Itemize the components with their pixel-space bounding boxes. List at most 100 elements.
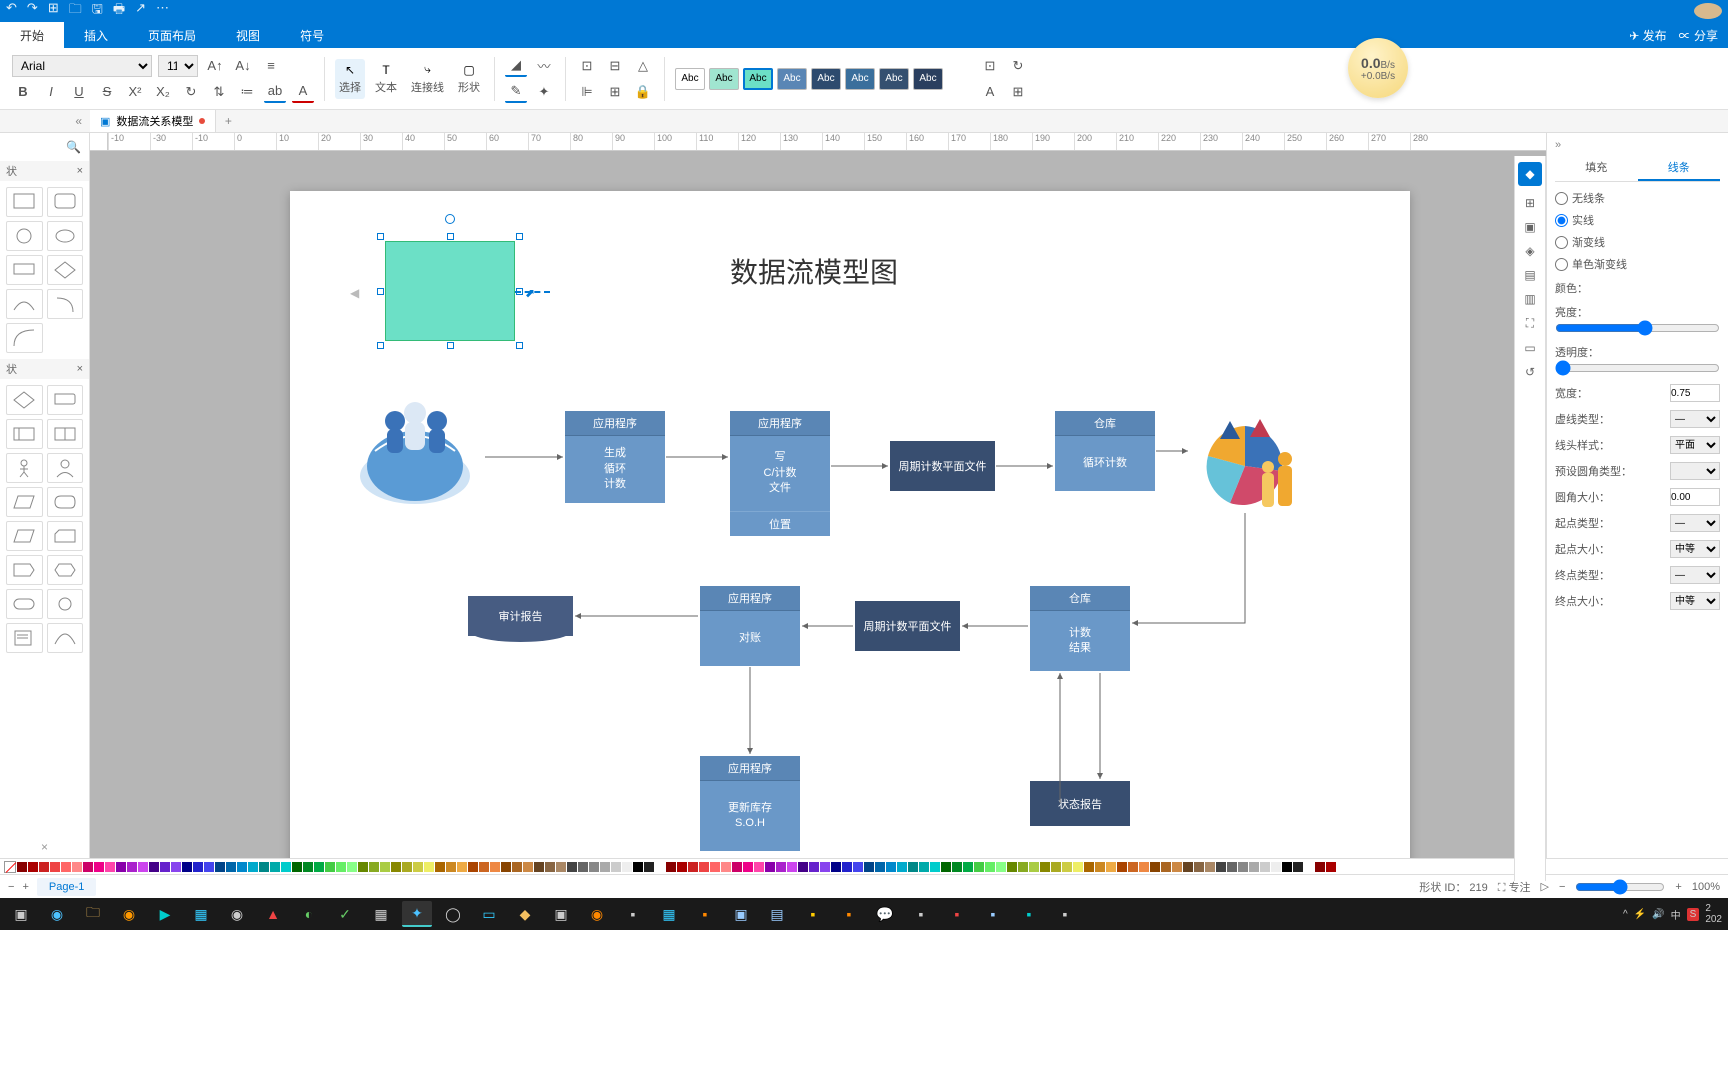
flip-icon[interactable]: △: [632, 55, 654, 77]
color-swatch[interactable]: [996, 862, 1006, 872]
zoom-in-button[interactable]: +: [1675, 881, 1681, 893]
color-swatch[interactable]: [1315, 862, 1325, 872]
color-swatch[interactable]: [952, 862, 962, 872]
shape-arc1[interactable]: [6, 289, 43, 319]
color-swatch[interactable]: [259, 862, 269, 872]
panel-layers-icon[interactable]: ◈: [1525, 244, 1534, 258]
expand-panel-icon[interactable]: »: [1555, 139, 1720, 151]
app9-icon[interactable]: ▣: [726, 901, 756, 927]
app7-icon[interactable]: ◉: [582, 901, 612, 927]
app3-icon[interactable]: ▦: [366, 901, 396, 927]
color-swatch[interactable]: [1194, 862, 1204, 872]
style-6[interactable]: Abc: [845, 68, 875, 90]
app1-icon[interactable]: ▦: [186, 901, 216, 927]
color-swatch[interactable]: [72, 862, 82, 872]
collapse-panel-icon[interactable]: «: [0, 110, 90, 132]
round-input[interactable]: [1670, 488, 1720, 506]
color-swatch[interactable]: [809, 862, 819, 872]
font-family-select[interactable]: Arial: [12, 55, 152, 77]
panel-chart-icon[interactable]: ▥: [1524, 292, 1535, 306]
color-swatch[interactable]: [248, 862, 258, 872]
flow-box-update[interactable]: 应用程序更新库存 S.O.H: [700, 756, 800, 851]
color-swatch[interactable]: [1260, 862, 1270, 872]
shape-flow-io[interactable]: [6, 419, 43, 449]
color-swatch[interactable]: [1161, 862, 1171, 872]
color-swatch[interactable]: [1205, 862, 1215, 872]
shape-circle[interactable]: [6, 221, 43, 251]
color-swatch[interactable]: [787, 862, 797, 872]
color-swatch[interactable]: [633, 862, 643, 872]
app6-icon[interactable]: ▣: [546, 901, 576, 927]
color-swatch[interactable]: [556, 862, 566, 872]
end-size-select[interactable]: 中等: [1670, 592, 1720, 610]
color-swatch[interactable]: [1117, 862, 1127, 872]
app5-icon[interactable]: ◆: [510, 901, 540, 927]
shadow-icon[interactable]: ✦: [533, 81, 555, 103]
color-swatch[interactable]: [39, 862, 49, 872]
color-swatch[interactable]: [600, 862, 610, 872]
tab-fill[interactable]: 填充: [1555, 155, 1638, 181]
shape-note[interactable]: [6, 623, 43, 653]
more-icon[interactable]: ⋯: [156, 0, 169, 22]
panel-page-icon[interactable]: ▤: [1524, 268, 1535, 282]
fill-color-icon[interactable]: ◢: [505, 55, 527, 77]
color-swatch[interactable]: [61, 862, 71, 872]
color-swatch[interactable]: [732, 862, 742, 872]
shape-pentagon[interactable]: [6, 555, 43, 585]
avatar[interactable]: [1694, 3, 1722, 19]
dm-icon[interactable]: ▪: [834, 901, 864, 927]
color-swatch[interactable]: [1073, 862, 1083, 872]
shape-actor[interactable]: [6, 453, 43, 483]
color-swatch[interactable]: [534, 862, 544, 872]
color-swatch[interactable]: [919, 862, 929, 872]
lock-icon[interactable]: 🔒: [632, 81, 654, 103]
color-swatch[interactable]: [446, 862, 456, 872]
color-swatch[interactable]: [1172, 862, 1182, 872]
color-swatch[interactable]: [545, 862, 555, 872]
color-swatch[interactable]: [985, 862, 995, 872]
brightness-slider[interactable]: [1555, 320, 1720, 336]
style-5[interactable]: Abc: [811, 68, 841, 90]
zoom-out-button[interactable]: −: [1559, 881, 1565, 893]
radio-no-line[interactable]: 无线条: [1555, 190, 1720, 206]
color-swatch[interactable]: [468, 862, 478, 872]
start-type-select[interactable]: —: [1670, 514, 1720, 532]
new-icon[interactable]: ⊞: [48, 0, 59, 22]
wechat-work-icon[interactable]: ✓: [330, 901, 360, 927]
menu-insert[interactable]: 插入: [64, 22, 128, 48]
width-input[interactable]: [1670, 384, 1720, 402]
radio-solid[interactable]: 实线: [1555, 212, 1720, 228]
color-swatch[interactable]: [523, 862, 533, 872]
system-tray[interactable]: ^ ⚡ 🔊 中 S 2202: [1623, 903, 1722, 925]
flow-box-app1[interactable]: 应用程序生成 循环 计数: [565, 411, 665, 503]
color-swatch[interactable]: [754, 862, 764, 872]
app16-icon[interactable]: ▪: [1050, 901, 1080, 927]
color-swatch[interactable]: [490, 862, 500, 872]
connector-tool[interactable]: ⤷ 连接线: [407, 62, 448, 95]
color-swatch[interactable]: [380, 862, 390, 872]
color-swatch[interactable]: [336, 862, 346, 872]
rotate-icon[interactable]: ↻: [1007, 55, 1029, 77]
shape-card[interactable]: [47, 521, 84, 551]
color-swatch[interactable]: [215, 862, 225, 872]
color-swatch[interactable]: [325, 862, 335, 872]
zoom-slider[interactable]: [1575, 879, 1665, 895]
font-size-select[interactable]: 11: [158, 55, 198, 77]
edraw-icon[interactable]: ✦: [402, 901, 432, 927]
color-swatch[interactable]: [655, 862, 665, 872]
color-swatch[interactable]: [974, 862, 984, 872]
shape-display[interactable]: [47, 487, 84, 517]
flow-box-reconcile[interactable]: 应用程序对账: [700, 586, 800, 666]
style-4[interactable]: Abc: [777, 68, 807, 90]
end-type-select[interactable]: —: [1670, 566, 1720, 584]
tray-up-icon[interactable]: ^: [1623, 909, 1628, 920]
color-swatch[interactable]: [710, 862, 720, 872]
chrome-icon[interactable]: ◯: [438, 901, 468, 927]
color-swatch[interactable]: [1018, 862, 1028, 872]
align-left-icon[interactable]: ⊫: [576, 81, 598, 103]
undo-icon[interactable]: ↶: [6, 0, 17, 22]
color-swatch[interactable]: [358, 862, 368, 872]
app13-icon[interactable]: ▪: [942, 901, 972, 927]
color-swatch[interactable]: [1238, 862, 1248, 872]
color-swatch[interactable]: [1106, 862, 1116, 872]
